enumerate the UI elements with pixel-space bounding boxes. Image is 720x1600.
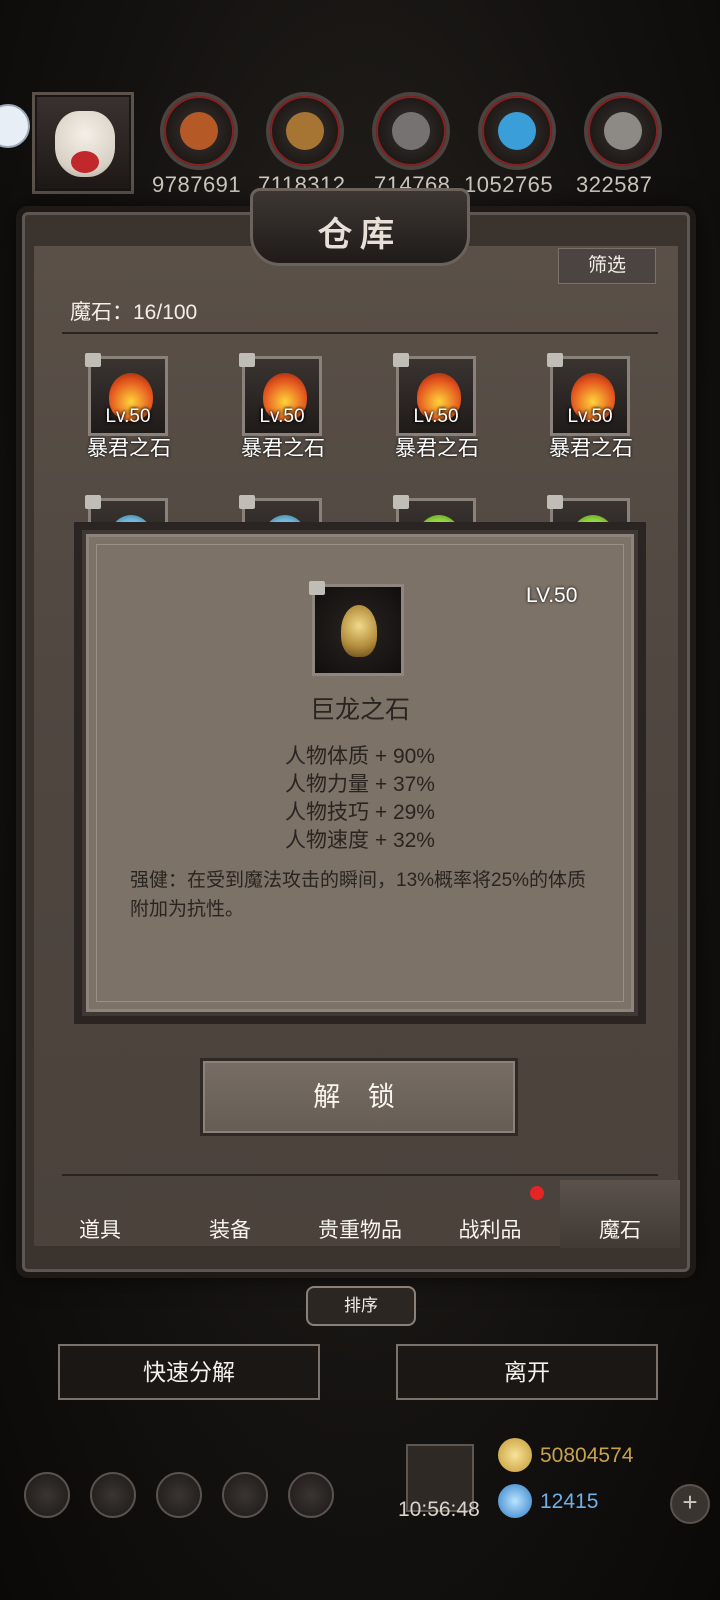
stat-line: 人物技巧 + 29% [285,801,435,824]
unlock-button[interactable]: 解 锁 [200,1058,518,1136]
tab-equipment[interactable]: 装备 [170,1214,290,1244]
silver-count: 322587 [576,172,653,197]
stat-line: 人物速度 + 32% [285,829,435,852]
stat-line: 人物体质 + 90% [285,745,435,768]
meat-icon[interactable] [160,92,238,170]
iron-icon[interactable] [372,92,450,170]
item-level: Lv.50 [567,406,613,427]
crystal-count: 1052765 [464,172,554,197]
item-level: Lv.50 [105,406,151,427]
popup-description: 强健：在受到魔法攻击的瞬间，13%概率将25%的体质附加为抗性。 [130,870,587,920]
silver-icon[interactable] [584,92,662,170]
warehouse-title-crest: 仓库 [250,188,470,266]
add-currency-button[interactable]: + [670,1484,710,1524]
lock-icon [393,495,409,509]
tab-loot[interactable]: 战利品 [430,1214,550,1244]
item-name: 暴君之石 [241,437,325,460]
lock-icon [85,353,101,367]
settings-icon[interactable] [24,1472,70,1518]
tab-items[interactable]: 道具 [40,1214,160,1244]
lock-icon [239,495,255,509]
item-name: 暴君之石 [87,437,171,460]
item-level: Lv.50 [259,406,305,427]
meat-count: 9787691 [152,172,242,197]
popup-item-name: 巨龙之石 [309,696,410,724]
chat-icon[interactable] [288,1472,334,1518]
dragon-stone-icon [309,581,404,676]
warehouse-title: 仓库 [318,215,402,255]
item-name: 暴君之石 [395,437,479,460]
quick-decompose-button[interactable]: 快速分解 [58,1344,320,1400]
leave-button[interactable]: 离开 [396,1344,658,1400]
stat-line: 人物力量 + 37% [285,773,435,796]
gold-count: 50804574 [540,1444,634,1467]
scroll-icon[interactable] [156,1472,202,1518]
notification-dot [530,1186,544,1200]
crystal-icon[interactable] [478,92,556,170]
chat-bubble-icon[interactable] [0,104,30,148]
gem-icon [498,1484,532,1518]
item-name: 暴君之石 [549,437,633,460]
popup-level: LV.50 [526,584,578,607]
lock-icon [547,495,563,509]
gem-count: 12415 [540,1490,599,1513]
divider [62,332,658,334]
player-avatar[interactable] [32,92,134,194]
tab-valuables[interactable]: 贵重物品 [300,1214,420,1244]
bunny-avatar-icon [55,111,115,177]
hero-icon[interactable] [90,1472,136,1518]
sort-button[interactable]: 排序 [306,1286,416,1326]
wood-icon[interactable] [266,92,344,170]
filter-button[interactable]: 筛选 [558,248,656,284]
lock-icon [239,353,255,367]
divider [62,1174,658,1176]
lock-icon [309,581,325,595]
gold-icon [498,1438,532,1472]
lock-icon [547,353,563,367]
magic-stone-count: 魔石：16/100 [70,301,198,324]
mail-icon[interactable] [222,1472,268,1518]
lock-icon [85,495,101,509]
item-level: Lv.50 [413,406,459,427]
lock-icon [393,353,409,367]
tab-magic-stone[interactable]: 魔石 [560,1214,680,1244]
timer: 10:56:48 [398,1498,480,1521]
dragon-stone-gem [341,605,377,657]
